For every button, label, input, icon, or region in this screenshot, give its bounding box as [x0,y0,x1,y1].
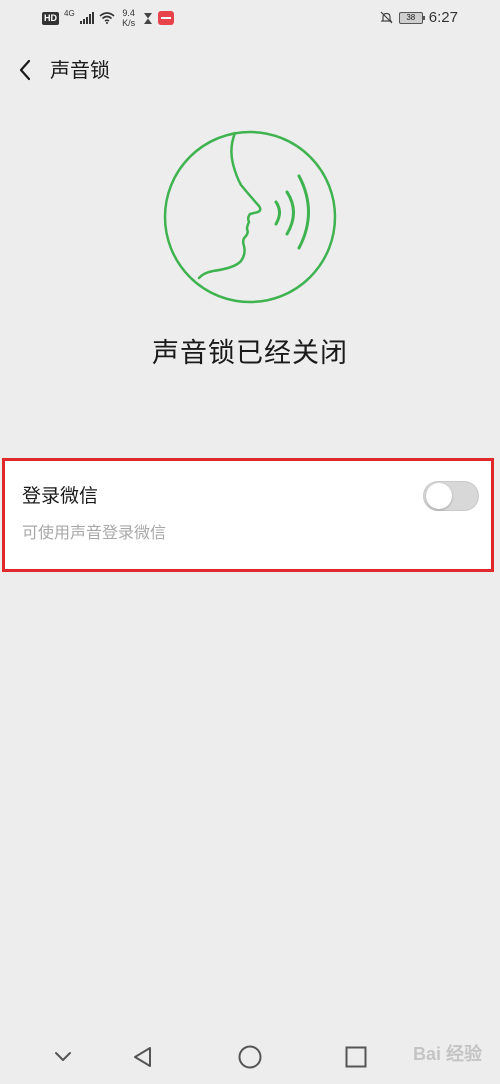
wifi-icon [99,12,115,24]
chevron-down-icon [55,1052,71,1061]
nav-collapse-button[interactable] [48,1042,78,1072]
status-bar: HD 4G 9.4 K/s 38 6:27 [0,0,500,38]
network-type: 4G [64,9,75,18]
nav-recent-button[interactable] [341,1042,371,1072]
app-bar: 声音锁 [0,50,500,90]
toggle-knob [426,483,452,509]
circle-home-icon [238,1045,262,1069]
voice-lock-status-title: 声音锁已经关闭 [152,338,348,369]
voice-face-icon [163,130,337,304]
nav-back-button[interactable] [128,1042,158,1072]
status-right: 38 6:27 [380,9,458,26]
setting-description: 可使用声音登录微信 [22,523,167,542]
back-button[interactable] [14,56,38,84]
hourglass-icon [143,12,152,24]
speed-unit: K/s [122,18,136,28]
clock: 6:27 [428,9,458,26]
voice-login-toggle[interactable] [423,481,479,511]
status-left: HD 4G 9.4 K/s [42,8,174,28]
battery-indicator: 38 [398,11,425,24]
network-speed: 9.4 K/s [120,8,138,28]
setting-label: 登录微信 [22,485,99,507]
square-recent-icon [345,1046,367,1068]
speed-value: 9.4 [122,8,135,18]
hd-badge: HD [42,11,59,25]
triangle-back-icon [134,1047,151,1067]
mute-bell-icon [380,11,393,24]
page-title: 声音锁 [50,58,110,82]
system-nav-bar [0,1030,500,1084]
nav-home-button[interactable] [235,1042,265,1072]
setting-card-wechat-login: 登录微信 可使用声音登录微信 [2,458,494,572]
chevron-left-icon [19,59,31,81]
signal-icon [79,12,94,24]
app-notification-icon [157,11,174,25]
